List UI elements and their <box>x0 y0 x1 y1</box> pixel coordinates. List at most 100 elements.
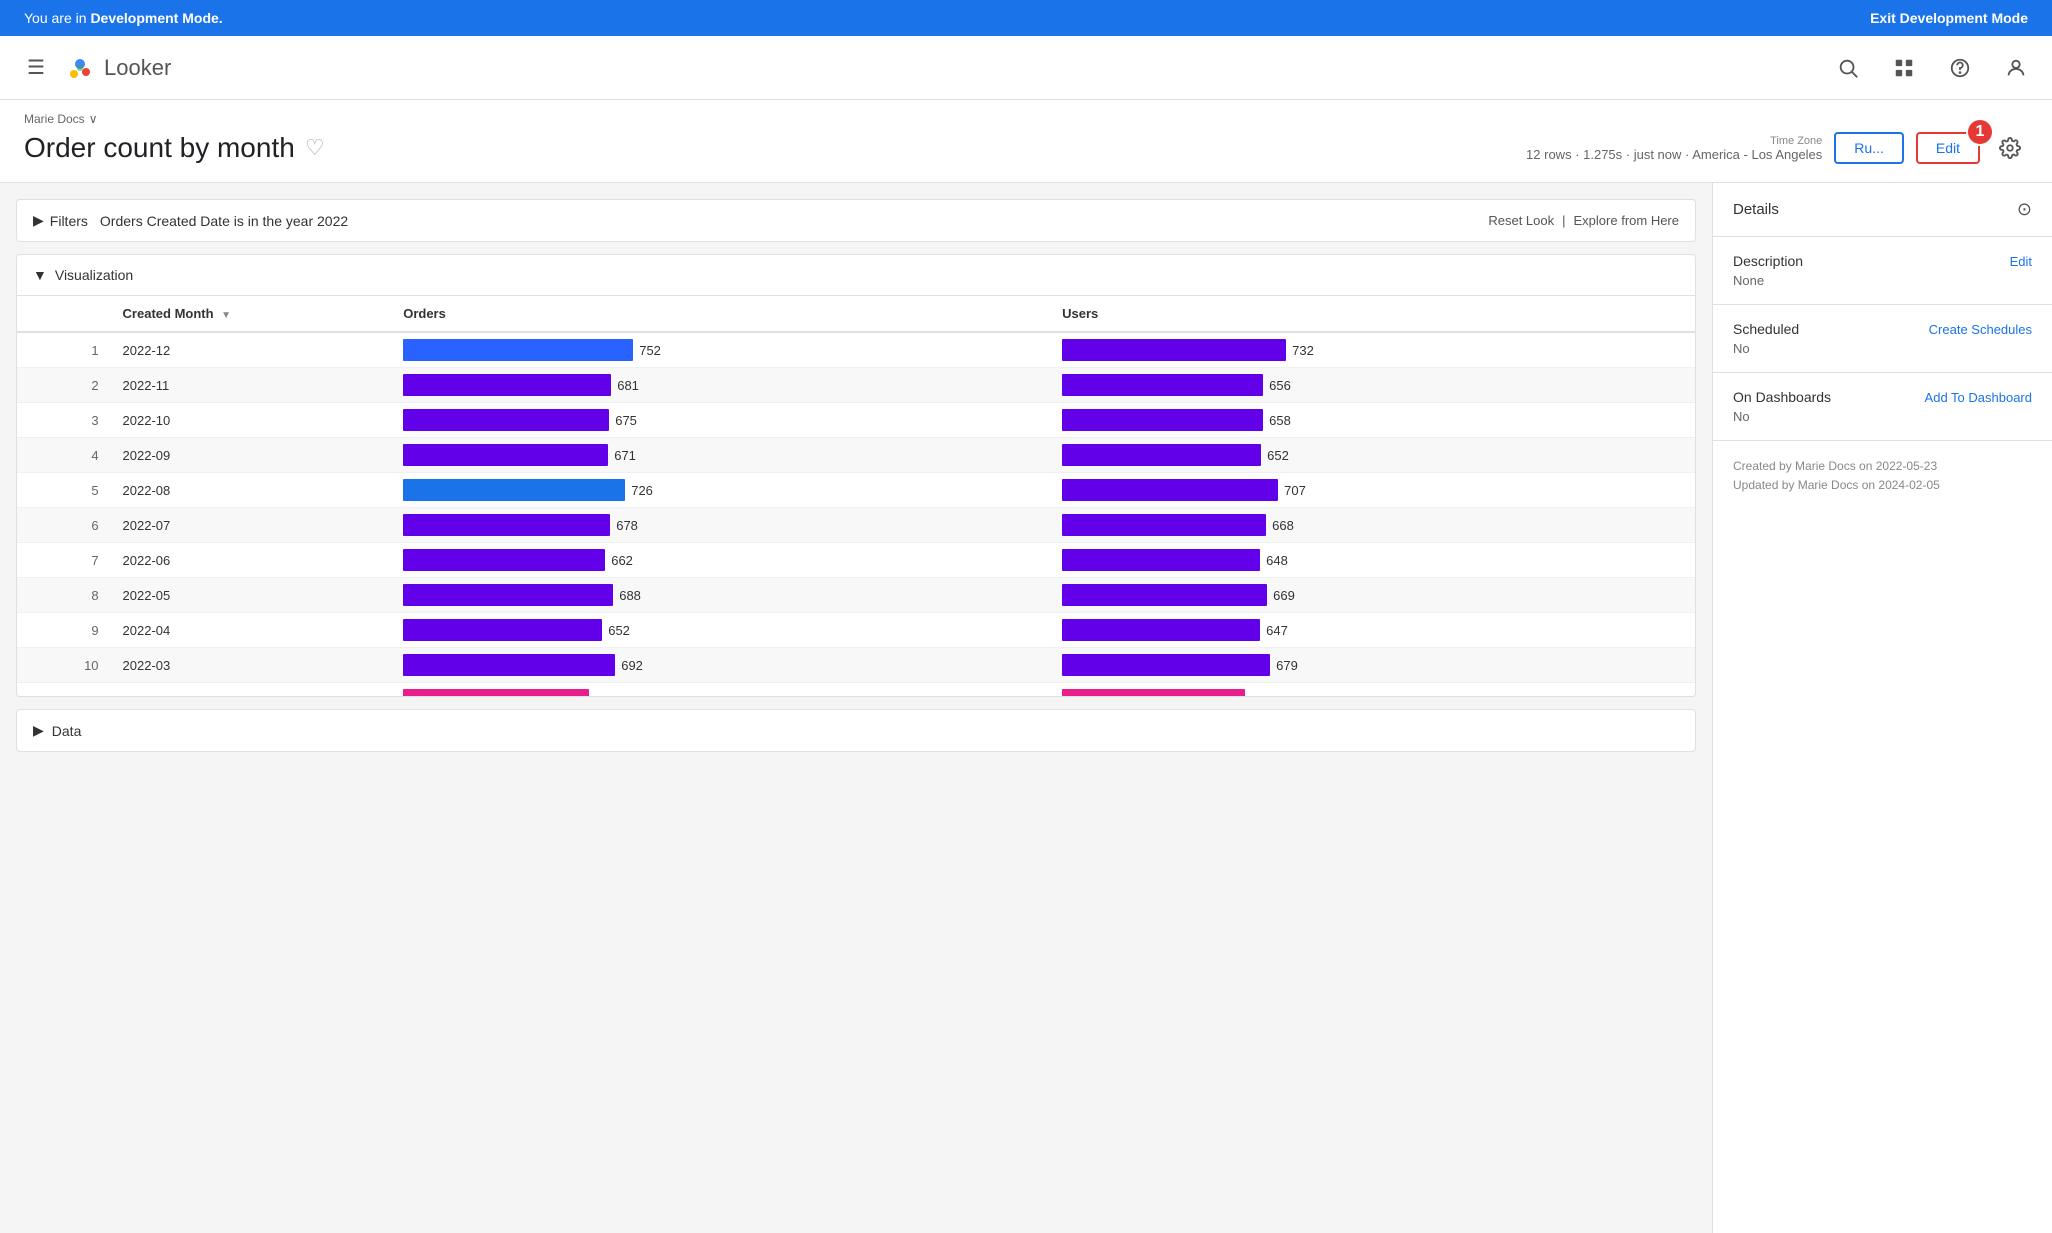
users-bar-cell-10: 679 <box>1050 648 1695 683</box>
orders-bar-1 <box>403 339 633 361</box>
users-bar-8 <box>1062 584 1267 606</box>
date-cell-7: 2022-06 <box>111 543 392 578</box>
description-value: None <box>1733 273 2032 288</box>
col-orders[interactable]: Orders <box>391 296 1050 332</box>
row-num-11: 11 <box>17 683 111 697</box>
details-label: Details <box>1733 201 1779 218</box>
help-button[interactable] <box>1940 48 1980 88</box>
filters-right: Reset Look | Explore from Here <box>1488 213 1679 228</box>
row-num-5: 5 <box>17 473 111 508</box>
description-label: Description <box>1733 253 1803 269</box>
users-bar-cell-6: 668 <box>1050 508 1695 543</box>
table-row: 4 2022-09 671 652 <box>17 438 1695 473</box>
scheduled-row: Scheduled Create Schedules No <box>1713 305 2052 373</box>
logo-area: Looker <box>64 52 1828 84</box>
users-bar-cell-7: 648 <box>1050 543 1695 578</box>
table-row: 5 2022-08 726 707 <box>17 473 1695 508</box>
col-created-month[interactable]: Created Month ▼ <box>111 296 392 332</box>
users-bar-cell-2: 656 <box>1050 368 1695 403</box>
orders-value-10: 692 <box>621 658 643 673</box>
orders-value-6: 678 <box>616 518 638 533</box>
table-row: 10 2022-03 692 679 <box>17 648 1695 683</box>
scheduled-header: Scheduled Create Schedules <box>1733 321 2032 337</box>
users-bar-2 <box>1062 374 1263 396</box>
dev-banner-text: You are in Development Mode. <box>24 10 223 26</box>
users-value-11: 597 <box>1251 693 1273 697</box>
row-num-6: 6 <box>17 508 111 543</box>
search-button[interactable] <box>1828 48 1868 88</box>
orders-bar-cell-4: 671 <box>391 438 1050 473</box>
scheduled-label: Scheduled <box>1733 321 1799 337</box>
col-users[interactable]: Users <box>1050 296 1695 332</box>
create-schedules-button[interactable]: Create Schedules <box>1929 322 2032 337</box>
scheduled-value: No <box>1733 341 2032 356</box>
users-bar-9 <box>1062 619 1260 641</box>
users-bar-cell-5: 707 <box>1050 473 1695 508</box>
settings-gear-icon[interactable] <box>1992 130 2028 166</box>
orders-bar-cell-8: 688 <box>391 578 1050 613</box>
header-actions <box>1828 48 2036 88</box>
orders-bar-cell-11: 608 <box>391 683 1050 697</box>
meta-info: Time Zone 12 rows · 1.275s · just now · … <box>1526 135 1822 162</box>
users-bar-4 <box>1062 444 1261 466</box>
row-num-1: 1 <box>17 332 111 368</box>
table-body: 1 2022-12 752 732 2 2022-11 681 6 <box>17 332 1695 696</box>
table-row: 3 2022-10 675 658 <box>17 403 1695 438</box>
grid-menu-button[interactable] <box>1884 48 1924 88</box>
orders-bar-cell-7: 662 <box>391 543 1050 578</box>
orders-bar-cell-3: 675 <box>391 403 1050 438</box>
orders-bar-6 <box>403 514 610 536</box>
date-cell-11: 2022-02 <box>111 683 392 697</box>
breadcrumb: Marie Docs ∨ <box>24 112 2028 126</box>
orders-bar-cell-1: 752 <box>391 332 1050 368</box>
run-button[interactable]: Ru... <box>1834 132 1904 164</box>
users-value-3: 658 <box>1269 413 1291 428</box>
data-triangle-icon: ▶ <box>33 722 44 739</box>
row-num-10: 10 <box>17 648 111 683</box>
filter-text: Orders Created Date is in the year 2022 <box>100 213 348 229</box>
users-bar-3 <box>1062 409 1263 431</box>
orders-value-4: 671 <box>614 448 636 463</box>
favorite-icon[interactable]: ♡ <box>305 135 325 161</box>
breadcrumb-label[interactable]: Marie Docs <box>24 112 85 126</box>
description-row: Description Edit None <box>1713 237 2052 305</box>
add-to-dashboard-button[interactable]: Add To Dashboard <box>1925 390 2032 405</box>
date-cell-2: 2022-11 <box>111 368 392 403</box>
filters-label: Filters <box>50 213 88 229</box>
row-num-2: 2 <box>17 368 111 403</box>
table-row: 7 2022-06 662 648 <box>17 543 1695 578</box>
row-num-4: 4 <box>17 438 111 473</box>
orders-value-11: 608 <box>595 693 617 697</box>
table-row: 1 2022-12 752 732 <box>17 332 1695 368</box>
exit-dev-mode-button[interactable]: Exit Development Mode <box>1870 10 2028 26</box>
orders-bar-2 <box>403 374 611 396</box>
details-arrow-icon[interactable]: ⊙ <box>2017 199 2032 220</box>
visualization-table-container[interactable]: Created Month ▼ Orders Users 1 2022-12 7… <box>17 296 1695 696</box>
table-row: 2 2022-11 681 656 <box>17 368 1695 403</box>
reset-look-link[interactable]: Reset Look <box>1488 213 1554 228</box>
users-bar-cell-8: 669 <box>1050 578 1695 613</box>
timezone-label: Time Zone <box>1526 135 1822 147</box>
explore-from-here-link[interactable]: Explore from Here <box>1574 213 1679 228</box>
details-header: Details ⊙ <box>1713 183 2052 237</box>
row-num-9: 9 <box>17 613 111 648</box>
on-dashboards-value: No <box>1733 409 2032 424</box>
visualization-header[interactable]: ▼ Visualization <box>17 255 1695 296</box>
filters-toggle[interactable]: ▶ Filters <box>33 212 88 229</box>
row-num-3: 3 <box>17 403 111 438</box>
visualization-section: ▼ Visualization Created Month ▼ Orders U <box>16 254 1696 697</box>
users-bar-1 <box>1062 339 1286 361</box>
hamburger-menu-button[interactable]: ☰ <box>16 48 56 88</box>
date-cell-9: 2022-04 <box>111 613 392 648</box>
on-dashboards-header: On Dashboards Add To Dashboard <box>1733 389 2032 405</box>
date-cell-3: 2022-10 <box>111 403 392 438</box>
profile-button[interactable] <box>1996 48 2036 88</box>
users-value-10: 679 <box>1276 658 1298 673</box>
on-dashboards-row: On Dashboards Add To Dashboard No <box>1713 373 2052 441</box>
table-row: 11 2022-02 608 597 <box>17 683 1695 697</box>
title-actions: Time Zone 12 rows · 1.275s · just now · … <box>1526 130 2028 166</box>
orders-value-3: 675 <box>615 413 637 428</box>
description-edit-button[interactable]: Edit <box>2010 254 2032 269</box>
data-section[interactable]: ▶ Data <box>16 709 1696 752</box>
users-bar-cell-4: 652 <box>1050 438 1695 473</box>
